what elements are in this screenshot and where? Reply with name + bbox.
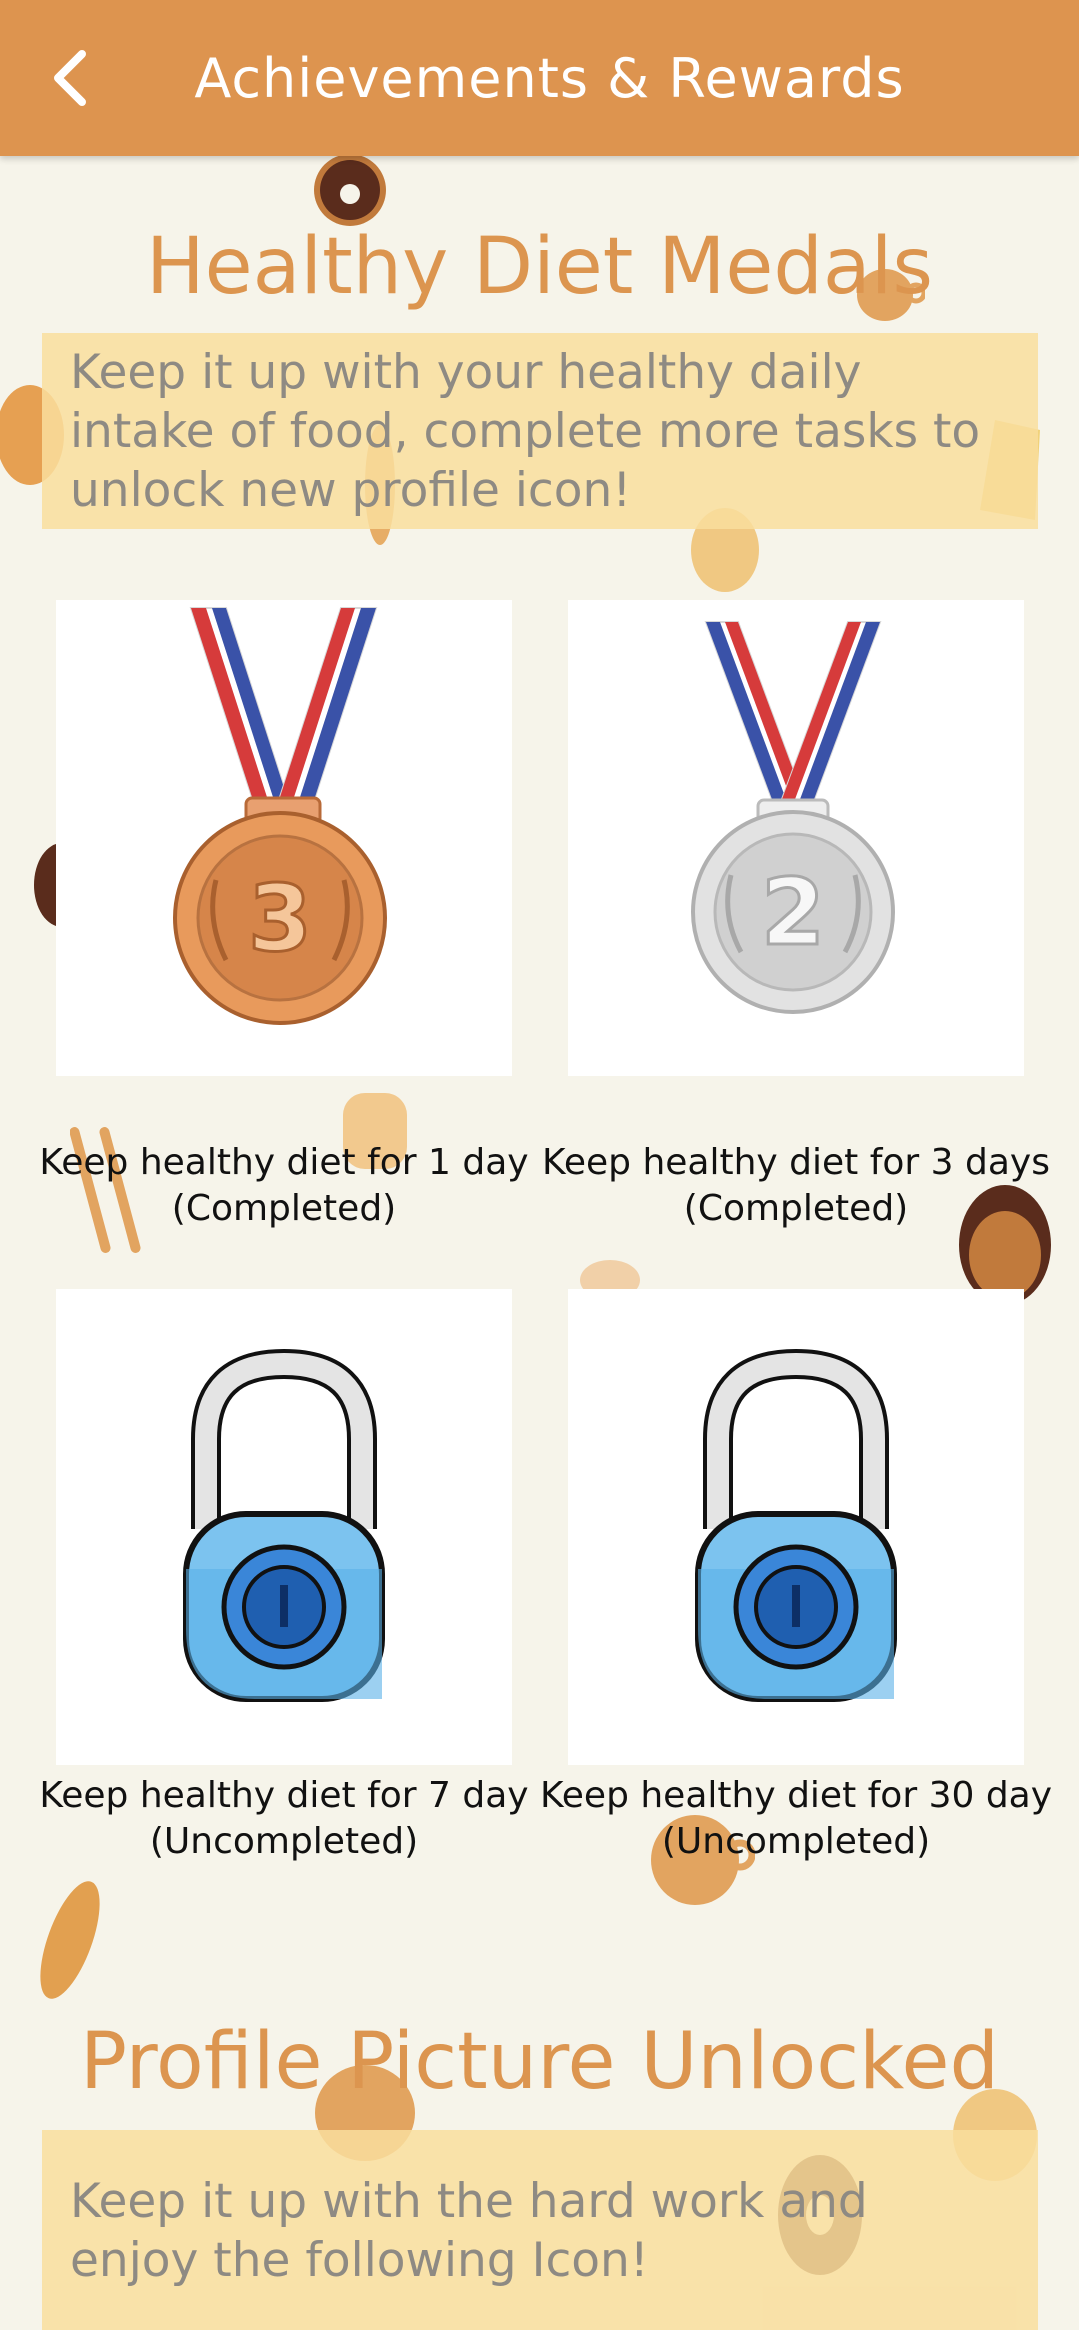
medal-number: 3	[248, 865, 312, 972]
medal-status: (Completed)	[171, 1188, 397, 1229]
donut-decoration-icon	[314, 154, 386, 226]
medal-caption: Keep healthy diet for 7 day (Uncompleted…	[24, 1773, 544, 1865]
medal-status: (Uncompleted)	[661, 1821, 931, 1862]
medal-status: (Uncompleted)	[149, 1821, 419, 1862]
silver-medal-icon: 2	[691, 621, 895, 1014]
medal-caption: Keep healthy diet for 30 day (Uncomplete…	[536, 1773, 1056, 1865]
medals-description-banner: Keep it up with your healthy daily intak…	[42, 333, 1038, 529]
medal-card-locked[interactable]	[56, 1289, 512, 1765]
bronze-medal-icon: 3	[173, 607, 387, 1025]
medal-status: (Completed)	[683, 1188, 909, 1229]
medal-requirement: Keep healthy diet for 1 day	[39, 1142, 529, 1183]
lock-icon	[183, 1348, 385, 1702]
medal-card-silver[interactable]: 2	[568, 600, 1024, 1076]
medal-requirement: Keep healthy diet for 7 day	[39, 1775, 529, 1816]
medal-requirement: Keep healthy diet for 30 day	[539, 1775, 1053, 1816]
medal-number: 2	[761, 859, 825, 966]
medal-caption: Keep healthy diet for 1 day (Completed)	[24, 1140, 544, 1232]
back-arrow-icon	[54, 50, 86, 106]
lock-icon	[695, 1348, 897, 1702]
medal-card-locked[interactable]	[568, 1289, 1024, 1765]
page-title: Achievements & Rewards	[194, 46, 905, 110]
back-button[interactable]	[30, 38, 110, 118]
medals-section-title: Healthy Diet Medals	[145, 222, 934, 312]
profile-section-title: Profile Picture Unlocked	[79, 2017, 1000, 2107]
medal-card-bronze[interactable]: 3	[56, 600, 512, 1076]
croissant-decoration-icon	[40, 1881, 100, 1999]
medal-caption: Keep healthy diet for 3 days (Completed)	[536, 1140, 1056, 1232]
medal-requirement: Keep healthy diet for 3 days	[542, 1142, 1050, 1183]
profile-description-banner: Keep it up with the hard work and enjoy …	[42, 2130, 1038, 2330]
app-bar: Achievements & Rewards	[0, 0, 1079, 156]
